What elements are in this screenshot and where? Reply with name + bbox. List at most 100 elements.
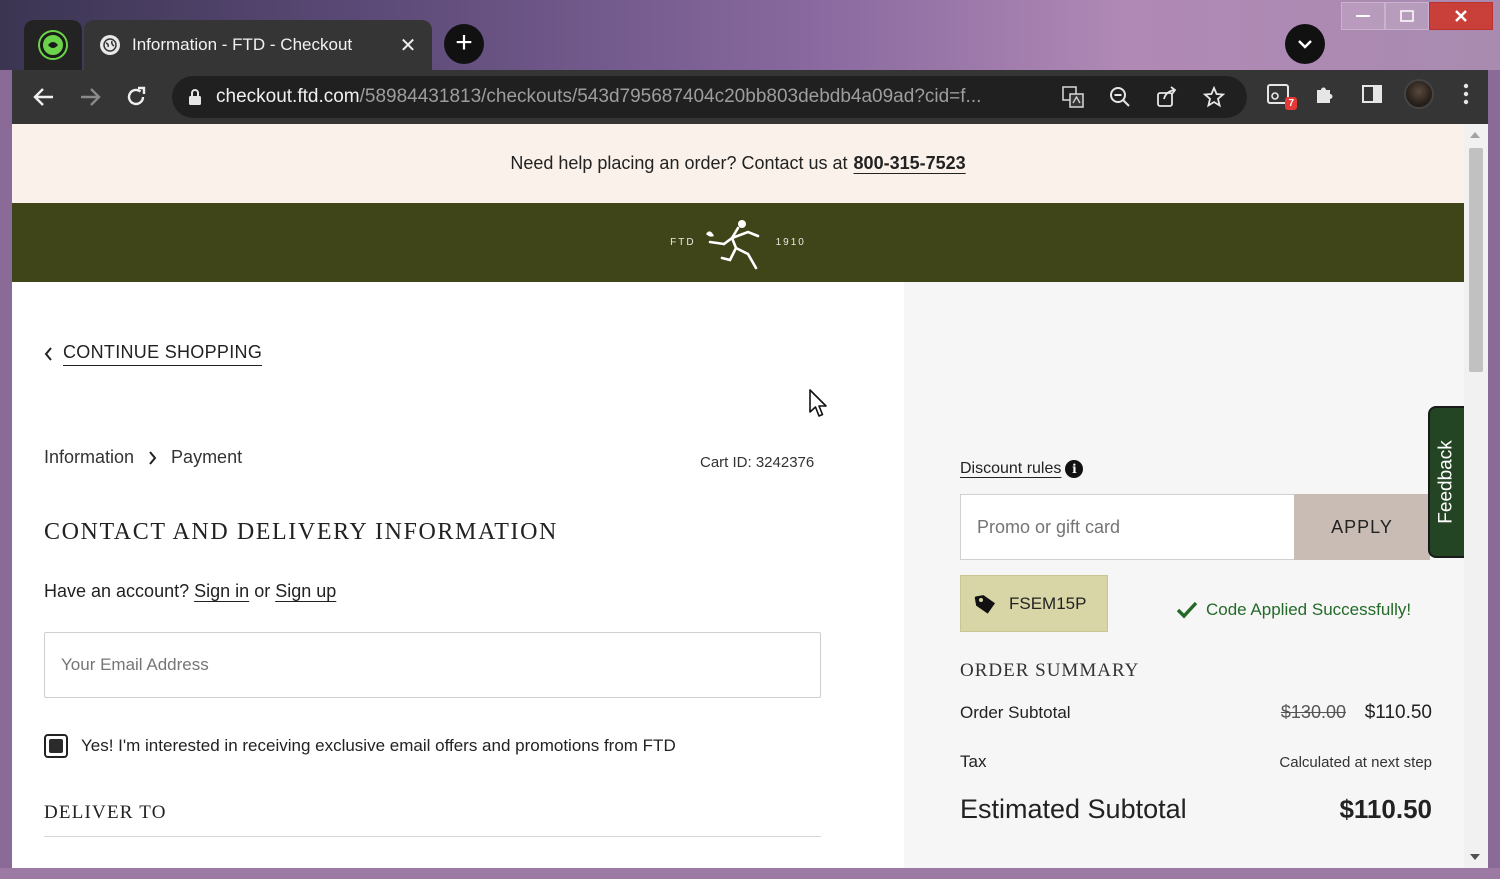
side-panel-icon[interactable]: [1348, 74, 1395, 114]
address-bar[interactable]: checkout.ftd.com/58984431813/checkouts/5…: [172, 76, 1247, 118]
url-text: checkout.ftd.com/58984431813/checkouts/5…: [216, 86, 1049, 108]
discount-rules[interactable]: Discount rules i: [960, 460, 1084, 478]
continue-shopping-label: CONTINUE SHOPPING: [63, 342, 263, 366]
have-account-text: Have an account?: [44, 581, 190, 601]
tab-search-button[interactable]: [1285, 24, 1325, 64]
window-bottom-edge: [0, 868, 1500, 879]
page-scrollbar[interactable]: [1464, 124, 1488, 868]
back-arrow-icon: [33, 88, 53, 106]
estimated-subtotal-value: $110.50: [1339, 794, 1432, 824]
promo-code-input[interactable]: [960, 494, 1295, 560]
share-icon[interactable]: [1143, 77, 1190, 117]
extension-badge: 7: [1285, 97, 1297, 110]
opt-in-checkbox[interactable]: [44, 734, 68, 758]
mercury-man-icon: [705, 219, 759, 269]
browser-tab-active[interactable]: Information - FTD - Checkout ✕: [84, 20, 432, 70]
account-prompt: Have an account? Sign in or Sign up: [44, 581, 336, 602]
back-button[interactable]: [21, 74, 67, 120]
tab-close-icon[interactable]: ✕: [398, 33, 418, 58]
scroll-up-icon[interactable]: [1470, 132, 1480, 138]
order-summary-title: ORDER SUMMARY: [960, 660, 1140, 681]
browser-toolbar: checkout.ftd.com/58984431813/checkouts/5…: [12, 70, 1488, 124]
tax-row: Tax Calculated at next step: [960, 752, 1432, 772]
tag-icon: [974, 594, 996, 614]
applied-code-text: FSEM15P: [1009, 593, 1087, 613]
globe-icon: [100, 35, 120, 55]
lock-icon: [189, 89, 201, 105]
toolbar-right-icons: 7: [1254, 74, 1489, 114]
browser-titlebar: Information - FTD - Checkout ✕ +: [0, 0, 1500, 70]
original-price: $130.00: [1280, 702, 1346, 722]
or-text: or: [254, 581, 271, 601]
breadcrumb-payment[interactable]: Payment: [171, 447, 242, 468]
tax-label: Tax: [960, 752, 987, 771]
feedback-label: Feedback: [1436, 440, 1458, 524]
url-host: checkout.ftd.com: [216, 86, 360, 107]
page-viewport: Need help placing an order? Contact us a…: [12, 124, 1488, 868]
cart-id: Cart ID: 3242376: [700, 454, 815, 471]
url-path: /58984431813/checkouts/543d795687404c20b…: [359, 86, 982, 107]
brand-header: FTD 1910: [12, 203, 1464, 282]
order-subtotal-row: Order Subtotal $130.00 $110.50: [960, 702, 1432, 724]
estimated-subtotal-label: Estimated Subtotal: [960, 794, 1187, 824]
scroll-thumb[interactable]: [1469, 148, 1483, 372]
chevron-right-icon: [149, 450, 157, 465]
apply-promo-button[interactable]: APPLY: [1294, 494, 1430, 560]
close-window-button[interactable]: [1429, 2, 1493, 30]
tax-value: Calculated at next step: [1279, 753, 1432, 771]
subtotal-prices: $130.00 $110.50: [1281, 702, 1432, 724]
profile-avatar[interactable]: [1395, 74, 1442, 114]
opt-in-label: Yes! I'm interested in receiving exclusi…: [81, 736, 676, 755]
tab-title: Information - FTD - Checkout: [132, 35, 353, 54]
info-icon[interactable]: i: [1065, 460, 1084, 478]
avatar: [1403, 79, 1434, 109]
bookmark-star-icon[interactable]: [1190, 77, 1237, 117]
discount-rules-link[interactable]: Discount rules: [960, 460, 1061, 478]
order-sidebar: Discount rules i APPLY FSEM15P Code Appl…: [904, 282, 1464, 868]
profile-tab[interactable]: [24, 20, 82, 70]
feedback-tab[interactable]: Feedback: [1428, 406, 1464, 558]
breadcrumb: Information Payment: [44, 447, 242, 468]
zoom-out-icon[interactable]: [1096, 77, 1143, 117]
chevron-down-icon: [1298, 40, 1312, 49]
chevron-left-icon: [44, 347, 52, 361]
forward-arrow-icon: [81, 88, 101, 106]
breadcrumb-information[interactable]: Information: [44, 447, 134, 468]
estimated-subtotal-row: Estimated Subtotal $110.50: [960, 794, 1432, 825]
discounted-price: $110.50: [1364, 702, 1432, 723]
reload-icon: [127, 86, 146, 106]
divider: [44, 836, 821, 837]
checkbox-checked-mark: [49, 739, 63, 753]
email-field[interactable]: [44, 632, 821, 698]
minimize-button[interactable]: [1341, 2, 1385, 30]
help-text: Need help placing an order? Contact us a…: [510, 153, 848, 173]
ftd-logo[interactable]: FTD 1910: [670, 214, 806, 272]
scroll-down-icon[interactable]: [1470, 854, 1480, 860]
mouse-cursor-icon: [809, 389, 827, 417]
checkmark-icon: [1176, 601, 1198, 619]
sign-in-link[interactable]: Sign in: [194, 581, 249, 601]
success-text: Code Applied Successfully!: [1206, 600, 1412, 619]
forward-button[interactable]: [67, 74, 113, 120]
checkout-main-column: CONTINUE SHOPPING Information Payment Ca…: [12, 282, 904, 868]
email-opt-in[interactable]: Yes! I'm interested in receiving exclusi…: [44, 734, 676, 758]
subtotal-label: Order Subtotal: [960, 703, 1071, 722]
brand-left-text: FTD: [670, 237, 696, 248]
maximize-button[interactable]: [1385, 2, 1429, 30]
translate-icon[interactable]: [1049, 77, 1096, 117]
deliver-to-title: DELIVER TO: [44, 802, 167, 823]
browser-menu-icon[interactable]: [1442, 74, 1489, 114]
window-controls: [1341, 2, 1493, 32]
help-banner: Need help placing an order? Contact us a…: [12, 124, 1464, 203]
extension-button[interactable]: 7: [1254, 74, 1301, 114]
reload-button[interactable]: [113, 74, 159, 120]
profile-logo-icon: [40, 32, 66, 58]
continue-shopping-link[interactable]: CONTINUE SHOPPING: [44, 342, 263, 366]
contact-section-title: CONTACT AND DELIVERY INFORMATION: [44, 519, 558, 545]
brand-right-text: 1910: [775, 237, 806, 248]
new-tab-button[interactable]: +: [444, 24, 484, 64]
sign-up-link[interactable]: Sign up: [275, 581, 336, 601]
help-phone-link[interactable]: 800-315-7523: [854, 153, 966, 174]
applied-code-chip[interactable]: FSEM15P: [960, 575, 1108, 632]
extensions-puzzle-icon[interactable]: [1301, 74, 1348, 114]
